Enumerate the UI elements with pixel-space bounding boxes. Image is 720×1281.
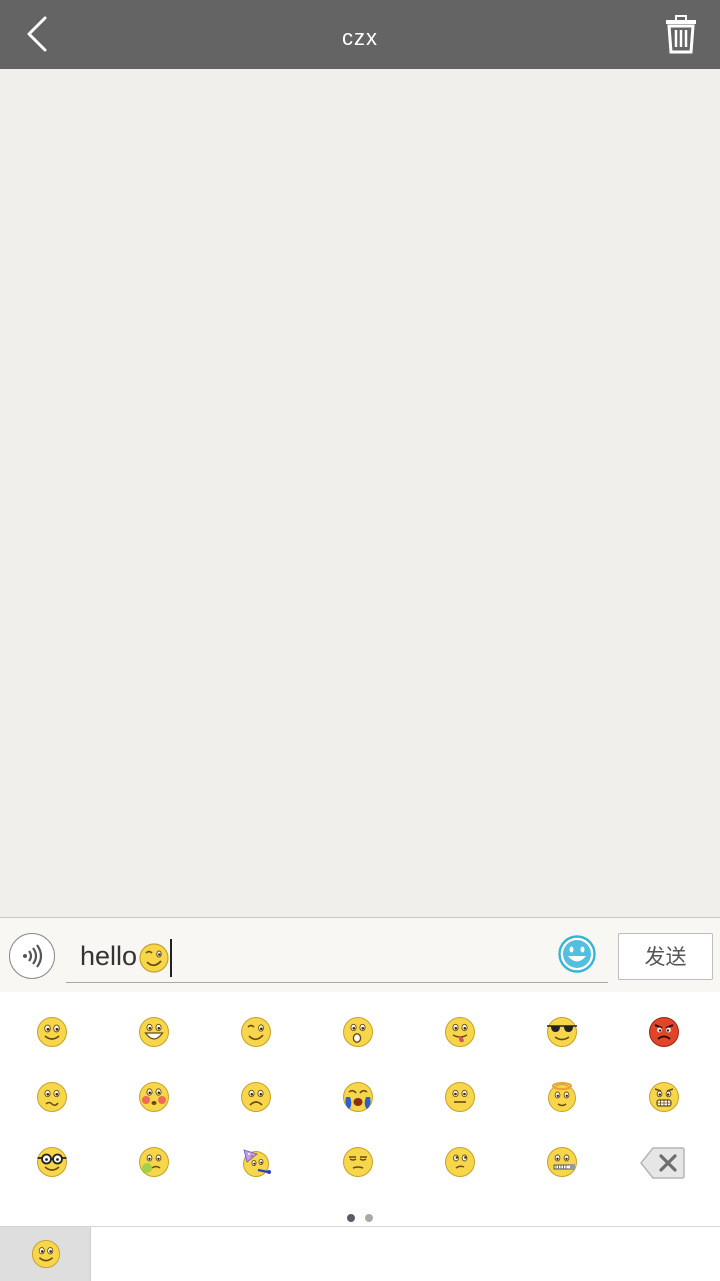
emoji-surprised[interactable] (328, 1002, 388, 1062)
emoji-cool-sunglasses[interactable] (532, 1002, 592, 1062)
confused-emoji-icon (445, 1147, 475, 1177)
voice-input-button[interactable] (9, 933, 55, 979)
emoji-angel[interactable] (532, 1067, 592, 1127)
text-caret (170, 938, 173, 977)
emoji-zipped-mouth[interactable] (532, 1132, 592, 1192)
smug-emoji-icon (343, 1147, 373, 1177)
emoji-wink[interactable] (226, 1002, 286, 1062)
nerd-glasses-emoji-icon (37, 1147, 67, 1177)
top-bar: czx (0, 0, 720, 69)
message-input-text: hello (80, 938, 173, 977)
grin-emoji-icon (139, 1017, 169, 1047)
emoji-panel (0, 992, 720, 1226)
typed-text: hello (80, 941, 138, 971)
grimace-emoji-icon (649, 1082, 679, 1112)
message-input[interactable]: hello (66, 932, 608, 983)
smiley-icon (558, 935, 596, 973)
send-button[interactable]: 发送 (618, 933, 713, 980)
crying-emoji-icon (343, 1082, 373, 1112)
angel-emoji-icon (548, 1082, 576, 1112)
sunglasses-emoji-icon (547, 1017, 577, 1047)
emoji-grimace[interactable] (634, 1067, 694, 1127)
blush-emoji-icon (139, 1082, 169, 1112)
worried-emoji-icon (37, 1082, 67, 1112)
emoji-blush[interactable] (124, 1067, 184, 1127)
emoji-frown[interactable] (226, 1067, 286, 1127)
tongue-emoji-icon (445, 1017, 475, 1047)
neutral-emoji-icon (445, 1082, 475, 1112)
delete-conversation-button[interactable] (662, 14, 702, 56)
emoji-page-indicator (0, 1207, 720, 1222)
emoji-sick[interactable] (124, 1132, 184, 1192)
conversation-title: czx (342, 25, 378, 50)
wink-emoji-icon (241, 1017, 271, 1047)
emoji-category-tab-smiley[interactable] (0, 1227, 91, 1281)
frown-emoji-icon (241, 1082, 271, 1112)
emoji-confused[interactable] (430, 1132, 490, 1192)
emoji-tongue[interactable] (430, 1002, 490, 1062)
emoji-smug[interactable] (328, 1132, 388, 1192)
emoji-worried[interactable] (22, 1067, 82, 1127)
wink-emoji-icon (139, 943, 169, 973)
emoji-grin[interactable] (124, 1002, 184, 1062)
backspace-icon (640, 1147, 685, 1179)
emoji-party[interactable] (226, 1132, 286, 1192)
message-list[interactable] (0, 69, 720, 917)
voice-icon (23, 944, 43, 968)
smile-emoji-icon (37, 1017, 67, 1047)
sick-emoji-icon (139, 1147, 169, 1177)
emoji-category-bar (0, 1226, 720, 1281)
input-bar: hello 发送 (0, 917, 720, 992)
angry-emoji-icon (649, 1017, 679, 1047)
trash-icon (666, 15, 696, 54)
surprised-emoji-icon (343, 1017, 373, 1047)
emoji-neutral[interactable] (430, 1067, 490, 1127)
emoji-crying[interactable] (328, 1067, 388, 1127)
page-dot-active[interactable] (347, 1214, 355, 1222)
emoji-nerd-glasses[interactable] (22, 1132, 82, 1192)
party-emoji-icon (243, 1149, 271, 1177)
emoji-backspace-button[interactable] (632, 1132, 692, 1192)
zipped-mouth-emoji-icon (547, 1147, 577, 1177)
page-dot[interactable] (365, 1214, 373, 1222)
emoji-angry[interactable] (634, 1002, 694, 1062)
emoji-toggle-button[interactable] (557, 934, 597, 974)
emoji-smile[interactable] (22, 1002, 82, 1062)
smiley-icon (31, 1239, 61, 1269)
